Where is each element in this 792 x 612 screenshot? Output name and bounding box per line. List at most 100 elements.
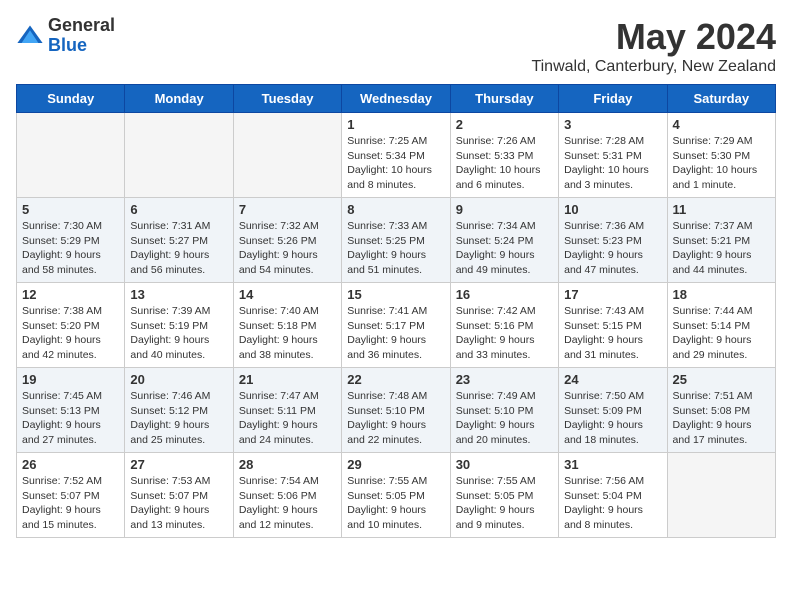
- calendar-cell: 22Sunrise: 7:48 AM Sunset: 5:10 PM Dayli…: [342, 368, 450, 453]
- calendar-cell: [233, 113, 341, 198]
- day-number: 5: [22, 202, 119, 217]
- calendar-cell: 6Sunrise: 7:31 AM Sunset: 5:27 PM Daylig…: [125, 198, 233, 283]
- day-number: 30: [456, 457, 553, 472]
- calendar-cell: 23 Sunrise: 7:49 AM Sunset: 5:10 PM Dayli…: [450, 368, 558, 453]
- day-header-saturday: Saturday: [667, 85, 775, 113]
- calendar-cell: 11Sunrise: 7:37 AM Sunset: 5:21 PM Dayli…: [667, 198, 775, 283]
- day-number: 4: [673, 117, 770, 132]
- day-number: 16: [456, 287, 553, 302]
- calendar-cell: 1 Sunrise: 7:25 AM Sunset: 5:34 PM Daylig…: [342, 113, 450, 198]
- day-number: 8: [347, 202, 444, 217]
- calendar-table: SundayMondayTuesdayWednesdayThursdayFrid…: [16, 84, 776, 538]
- cell-info: Sunrise: 7:25 AM Sunset: 5:34 PM Dayligh…: [347, 134, 444, 193]
- cell-info: Sunrise: 7:40 AM Sunset: 5:18 PM Dayligh…: [239, 304, 336, 363]
- day-header-tuesday: Tuesday: [233, 85, 341, 113]
- page-header: General Blue May 2024 Tinwald, Canterbur…: [16, 16, 776, 76]
- cell-info: Sunrise: 7:34 AM Sunset: 5:24 PM Dayligh…: [456, 219, 553, 278]
- cell-info: Sunrise: 7:55 AM Sunset: 5:05 PM Dayligh…: [456, 474, 553, 533]
- cell-info: Sunrise: 7:44 AM Sunset: 5:14 PM Dayligh…: [673, 304, 770, 363]
- logo-blue: Blue: [48, 36, 115, 56]
- calendar-cell: 15 Sunrise: 7:41 AM Sunset: 5:17 PM Dayli…: [342, 283, 450, 368]
- day-number: 3: [564, 117, 661, 132]
- logo-icon: [16, 22, 44, 50]
- day-number: 27: [130, 457, 227, 472]
- calendar-cell: 12 Sunrise: 7:38 AM Sunset: 5:20 PM Dayli…: [17, 283, 125, 368]
- day-number: 28: [239, 457, 336, 472]
- cell-info: Sunrise: 7:54 AM Sunset: 5:06 PM Dayligh…: [239, 474, 336, 533]
- day-header-thursday: Thursday: [450, 85, 558, 113]
- day-number: 20: [130, 372, 227, 387]
- calendar-cell: 20 Sunrise: 7:46 AM Sunset: 5:12 PM Dayli…: [125, 368, 233, 453]
- cell-info: Sunrise: 7:51 AM Sunset: 5:08 PM Dayligh…: [673, 389, 770, 448]
- logo-text: General Blue: [48, 16, 115, 56]
- day-number: 23: [456, 372, 553, 387]
- calendar-cell: 31 Sunrise: 7:56 AM Sunset: 5:04 PM Dayli…: [559, 453, 667, 538]
- cell-info: Sunrise: 7:56 AM Sunset: 5:04 PM Dayligh…: [564, 474, 661, 533]
- day-header-wednesday: Wednesday: [342, 85, 450, 113]
- cell-info: Sunrise: 7:33 AM Sunset: 5:25 PM Dayligh…: [347, 219, 444, 278]
- day-header-monday: Monday: [125, 85, 233, 113]
- calendar-cell: 13Sunrise: 7:39 AM Sunset: 5:19 PM Dayli…: [125, 283, 233, 368]
- calendar-cell: [125, 113, 233, 198]
- cell-info: Sunrise: 7:37 AM Sunset: 5:21 PM Dayligh…: [673, 219, 770, 278]
- calendar-cell: 17 Sunrise: 7:43 AM Sunset: 5:15 PM Dayli…: [559, 283, 667, 368]
- day-number: 19: [22, 372, 119, 387]
- day-number: 22: [347, 372, 444, 387]
- cell-info: Sunrise: 7:50 AM Sunset: 5:09 PM Dayligh…: [564, 389, 661, 448]
- week-row-2: 5 Sunrise: 7:30 AM Sunset: 5:29 PM Daylig…: [17, 198, 776, 283]
- calendar-cell: 7Sunrise: 7:32 AM Sunset: 5:26 PM Daylig…: [233, 198, 341, 283]
- cell-info: Sunrise: 7:29 AM Sunset: 5:30 PM Dayligh…: [673, 134, 770, 193]
- day-number: 1: [347, 117, 444, 132]
- calendar-cell: 16 Sunrise: 7:42 AM Sunset: 5:16 PM Dayli…: [450, 283, 558, 368]
- day-number: 31: [564, 457, 661, 472]
- cell-info: Sunrise: 7:42 AM Sunset: 5:16 PM Dayligh…: [456, 304, 553, 363]
- cell-info: Sunrise: 7:53 AM Sunset: 5:07 PM Dayligh…: [130, 474, 227, 533]
- day-number: 18: [673, 287, 770, 302]
- day-number: 6: [130, 202, 227, 217]
- day-header-friday: Friday: [559, 85, 667, 113]
- calendar-cell: 14 Sunrise: 7:40 AM Sunset: 5:18 PM Dayli…: [233, 283, 341, 368]
- day-number: 24: [564, 372, 661, 387]
- cell-info: Sunrise: 7:46 AM Sunset: 5:12 PM Dayligh…: [130, 389, 227, 448]
- cell-info: Sunrise: 7:55 AM Sunset: 5:05 PM Dayligh…: [347, 474, 444, 533]
- day-header-sunday: Sunday: [17, 85, 125, 113]
- calendar-cell: 29 Sunrise: 7:55 AM Sunset: 5:05 PM Dayli…: [342, 453, 450, 538]
- calendar-cell: 10Sunrise: 7:36 AM Sunset: 5:23 PM Dayli…: [559, 198, 667, 283]
- calendar-cell: 4 Sunrise: 7:29 AM Sunset: 5:30 PM Daylig…: [667, 113, 775, 198]
- calendar-cell: 25 Sunrise: 7:51 AM Sunset: 5:08 PM Dayli…: [667, 368, 775, 453]
- cell-info: Sunrise: 7:49 AM Sunset: 5:10 PM Dayligh…: [456, 389, 553, 448]
- week-row-5: 26Sunrise: 7:52 AM Sunset: 5:07 PM Dayli…: [17, 453, 776, 538]
- calendar-cell: 2 Sunrise: 7:26 AM Sunset: 5:33 PM Daylig…: [450, 113, 558, 198]
- cell-info: Sunrise: 7:36 AM Sunset: 5:23 PM Dayligh…: [564, 219, 661, 278]
- day-number: 14: [239, 287, 336, 302]
- cell-info: Sunrise: 7:30 AM Sunset: 5:29 PM Dayligh…: [22, 219, 119, 278]
- day-number: 21: [239, 372, 336, 387]
- calendar-cell: 8 Sunrise: 7:33 AM Sunset: 5:25 PM Daylig…: [342, 198, 450, 283]
- calendar-cell: 9 Sunrise: 7:34 AM Sunset: 5:24 PM Daylig…: [450, 198, 558, 283]
- cell-info: Sunrise: 7:26 AM Sunset: 5:33 PM Dayligh…: [456, 134, 553, 193]
- logo: General Blue: [16, 16, 115, 56]
- calendar-cell: 26Sunrise: 7:52 AM Sunset: 5:07 PM Dayli…: [17, 453, 125, 538]
- calendar-cell: [17, 113, 125, 198]
- day-number: 9: [456, 202, 553, 217]
- cell-info: Sunrise: 7:43 AM Sunset: 5:15 PM Dayligh…: [564, 304, 661, 363]
- calendar-cell: [667, 453, 775, 538]
- cell-info: Sunrise: 7:47 AM Sunset: 5:11 PM Dayligh…: [239, 389, 336, 448]
- cell-info: Sunrise: 7:41 AM Sunset: 5:17 PM Dayligh…: [347, 304, 444, 363]
- calendar-cell: 21 Sunrise: 7:47 AM Sunset: 5:11 PM Dayli…: [233, 368, 341, 453]
- day-number: 2: [456, 117, 553, 132]
- calendar-cell: 30 Sunrise: 7:55 AM Sunset: 5:05 PM Dayli…: [450, 453, 558, 538]
- day-number: 15: [347, 287, 444, 302]
- day-number: 12: [22, 287, 119, 302]
- page-title: May 2024: [531, 16, 776, 58]
- week-row-4: 19Sunrise: 7:45 AM Sunset: 5:13 PM Dayli…: [17, 368, 776, 453]
- day-number: 29: [347, 457, 444, 472]
- cell-info: Sunrise: 7:28 AM Sunset: 5:31 PM Dayligh…: [564, 134, 661, 193]
- cell-info: Sunrise: 7:38 AM Sunset: 5:20 PM Dayligh…: [22, 304, 119, 363]
- calendar-cell: 19Sunrise: 7:45 AM Sunset: 5:13 PM Dayli…: [17, 368, 125, 453]
- day-header-row: SundayMondayTuesdayWednesdayThursdayFrid…: [17, 85, 776, 113]
- day-number: 25: [673, 372, 770, 387]
- day-number: 17: [564, 287, 661, 302]
- cell-info: Sunrise: 7:52 AM Sunset: 5:07 PM Dayligh…: [22, 474, 119, 533]
- calendar-cell: 3 Sunrise: 7:28 AM Sunset: 5:31 PM Daylig…: [559, 113, 667, 198]
